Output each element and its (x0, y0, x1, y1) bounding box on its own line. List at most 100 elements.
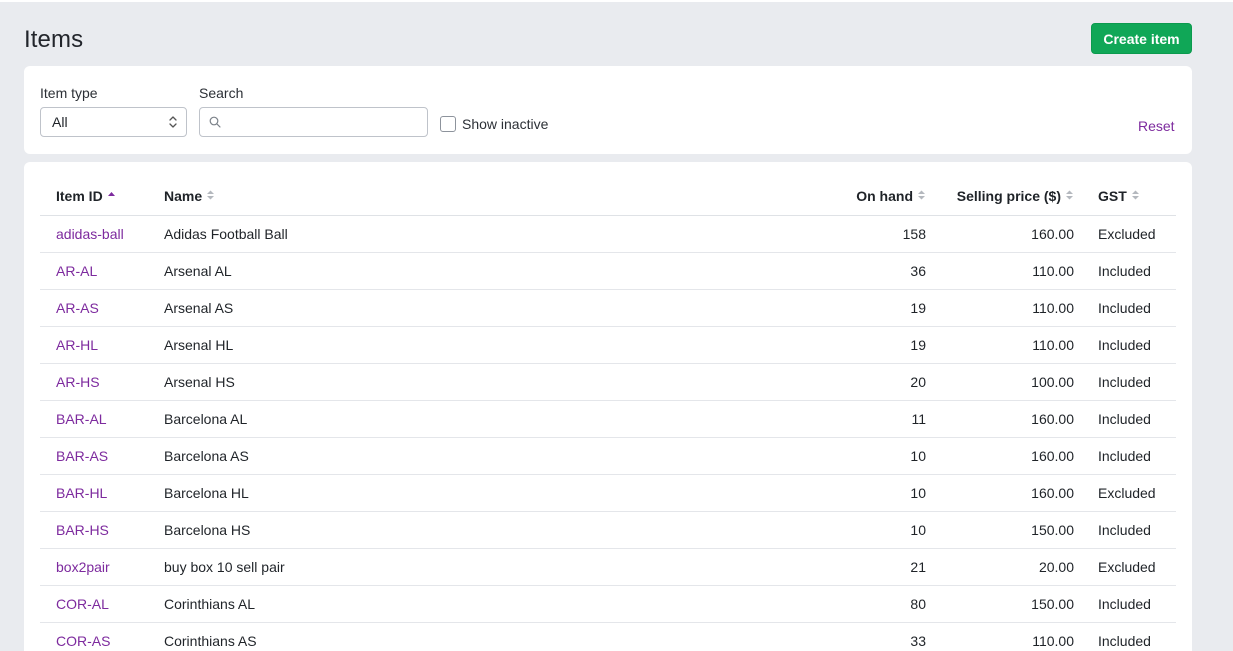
table-row[interactable]: AR-HS Arsenal HS 20 100.00 Included (40, 363, 1176, 401)
item-gst: Included (1074, 326, 1176, 364)
table-row[interactable]: AR-AL Arsenal AL 36 110.00 Included (40, 252, 1176, 290)
item-name: Arsenal HS (164, 363, 684, 401)
column-header-name[interactable]: Name (164, 178, 684, 216)
top-edge (0, 0, 1233, 2)
item-id-link[interactable]: BAR-HS (56, 522, 109, 538)
table-row[interactable]: COR-AS Corinthians AS 33 110.00 Included (40, 622, 1176, 651)
item-gst: Excluded (1074, 548, 1176, 586)
item-price: 110.00 (926, 622, 1074, 651)
sort-ascending-icon (107, 192, 115, 197)
column-header-on-hand[interactable]: On hand (684, 178, 926, 216)
table-header-row: Item ID Name On hand Selling price ($) G… (40, 178, 1176, 216)
item-gst: Excluded (1074, 474, 1176, 512)
item-id-link[interactable]: AR-AS (56, 300, 99, 316)
item-id-link[interactable]: AR-HL (56, 337, 98, 353)
reset-link[interactable]: Reset (1138, 118, 1175, 134)
sort-icon (207, 190, 215, 200)
item-price: 110.00 (926, 289, 1074, 327)
column-label: On hand (856, 188, 913, 205)
item-price: 150.00 (926, 585, 1074, 623)
item-type-value: All (52, 114, 68, 130)
item-gst: Included (1074, 400, 1176, 438)
item-id-link[interactable]: adidas-ball (56, 226, 124, 242)
item-on-hand: 10 (684, 437, 926, 475)
sort-icon (1066, 190, 1073, 200)
item-on-hand: 33 (684, 622, 926, 651)
item-name: Adidas Football Ball (164, 215, 684, 253)
create-item-button[interactable]: Create item (1091, 23, 1192, 54)
item-name: Arsenal AL (164, 252, 684, 290)
column-header-item-id[interactable]: Item ID (40, 178, 164, 216)
show-inactive-checkbox[interactable] (440, 116, 456, 132)
table-body: adidas-ball Adidas Football Ball 158 160.00… (40, 215, 1176, 651)
table-row[interactable]: BAR-AS Barcelona AS 10 160.00 Included (40, 437, 1176, 475)
item-gst: Included (1074, 252, 1176, 290)
item-price: 160.00 (926, 437, 1074, 475)
table-row[interactable]: AR-AS Arsenal AS 19 110.00 Included (40, 289, 1176, 327)
item-price: 110.00 (926, 326, 1074, 364)
item-id-link[interactable]: COR-AS (56, 633, 110, 649)
item-price: 160.00 (926, 400, 1074, 438)
item-id-link[interactable]: box2pair (56, 559, 110, 575)
items-table-panel: Item ID Name On hand Selling price ($) G… (24, 162, 1192, 651)
item-price: 20.00 (926, 548, 1074, 586)
page-title: Items (24, 26, 84, 53)
item-on-hand: 10 (684, 474, 926, 512)
item-gst: Included (1074, 437, 1176, 475)
table-row[interactable]: adidas-ball Adidas Football Ball 158 160.00… (40, 215, 1176, 253)
column-label: GST (1098, 188, 1127, 205)
item-type-select[interactable]: All (40, 107, 187, 137)
item-id-link[interactable]: BAR-HL (56, 485, 107, 501)
table-row[interactable]: box2pair buy box 10 sell pair 21 20.00 Exclu… (40, 548, 1176, 586)
item-on-hand: 11 (684, 400, 926, 438)
show-inactive-label[interactable]: Show inactive (462, 116, 548, 132)
item-name: Arsenal HL (164, 326, 684, 364)
item-on-hand: 21 (684, 548, 926, 586)
column-header-gst[interactable]: GST (1074, 178, 1176, 216)
item-name: Barcelona HS (164, 511, 684, 549)
table-row[interactable]: BAR-HS Barcelona HS 10 150.00 Included (40, 511, 1176, 549)
item-name: Barcelona AS (164, 437, 684, 475)
item-on-hand: 80 (684, 585, 926, 623)
item-on-hand: 158 (684, 215, 926, 253)
sort-icon (918, 190, 925, 200)
table-row[interactable]: BAR-AL Barcelona AL 11 160.00 Included (40, 400, 1176, 438)
filter-panel: Item type All Search Show inactive Reset (24, 66, 1192, 154)
item-name: Barcelona AL (164, 400, 684, 438)
item-name: Corinthians AL (164, 585, 684, 623)
chevron-up-down-icon (169, 116, 177, 128)
item-name: buy box 10 sell pair (164, 548, 684, 586)
item-type-label: Item type (40, 85, 98, 101)
column-label: Item ID (56, 188, 103, 205)
column-label: Selling price ($) (956, 188, 1061, 205)
item-price: 110.00 (926, 252, 1074, 290)
item-id-link[interactable]: AR-HS (56, 374, 100, 390)
item-name: Barcelona HL (164, 474, 684, 512)
item-gst: Included (1074, 511, 1176, 549)
column-label: Name (164, 188, 203, 205)
item-on-hand: 20 (684, 363, 926, 401)
item-name: Arsenal AS (164, 289, 684, 327)
items-table: Item ID Name On hand Selling price ($) G… (40, 178, 1176, 651)
item-id-link[interactable]: BAR-AL (56, 411, 107, 427)
column-header-selling-price[interactable]: Selling price ($) (926, 178, 1074, 216)
item-id-link[interactable]: AR-AL (56, 263, 97, 279)
sort-icon (1131, 190, 1139, 200)
table-row[interactable]: BAR-HL Barcelona HL 10 160.00 Excluded (40, 474, 1176, 512)
item-on-hand: 10 (684, 511, 926, 549)
table-row[interactable]: AR-HL Arsenal HL 19 110.00 Included (40, 326, 1176, 364)
item-price: 160.00 (926, 474, 1074, 512)
search-input[interactable] (226, 108, 424, 136)
table-row[interactable]: COR-AL Corinthians AL 80 150.00 Included (40, 585, 1176, 623)
item-id-link[interactable]: BAR-AS (56, 448, 108, 464)
item-price: 100.00 (926, 363, 1074, 401)
item-gst: Included (1074, 363, 1176, 401)
item-gst: Excluded (1074, 215, 1176, 253)
search-box (199, 107, 428, 137)
item-gst: Included (1074, 622, 1176, 651)
item-on-hand: 19 (684, 326, 926, 364)
item-id-link[interactable]: COR-AL (56, 596, 109, 612)
item-name: Corinthians AS (164, 622, 684, 651)
item-price: 150.00 (926, 511, 1074, 549)
item-on-hand: 19 (684, 289, 926, 327)
